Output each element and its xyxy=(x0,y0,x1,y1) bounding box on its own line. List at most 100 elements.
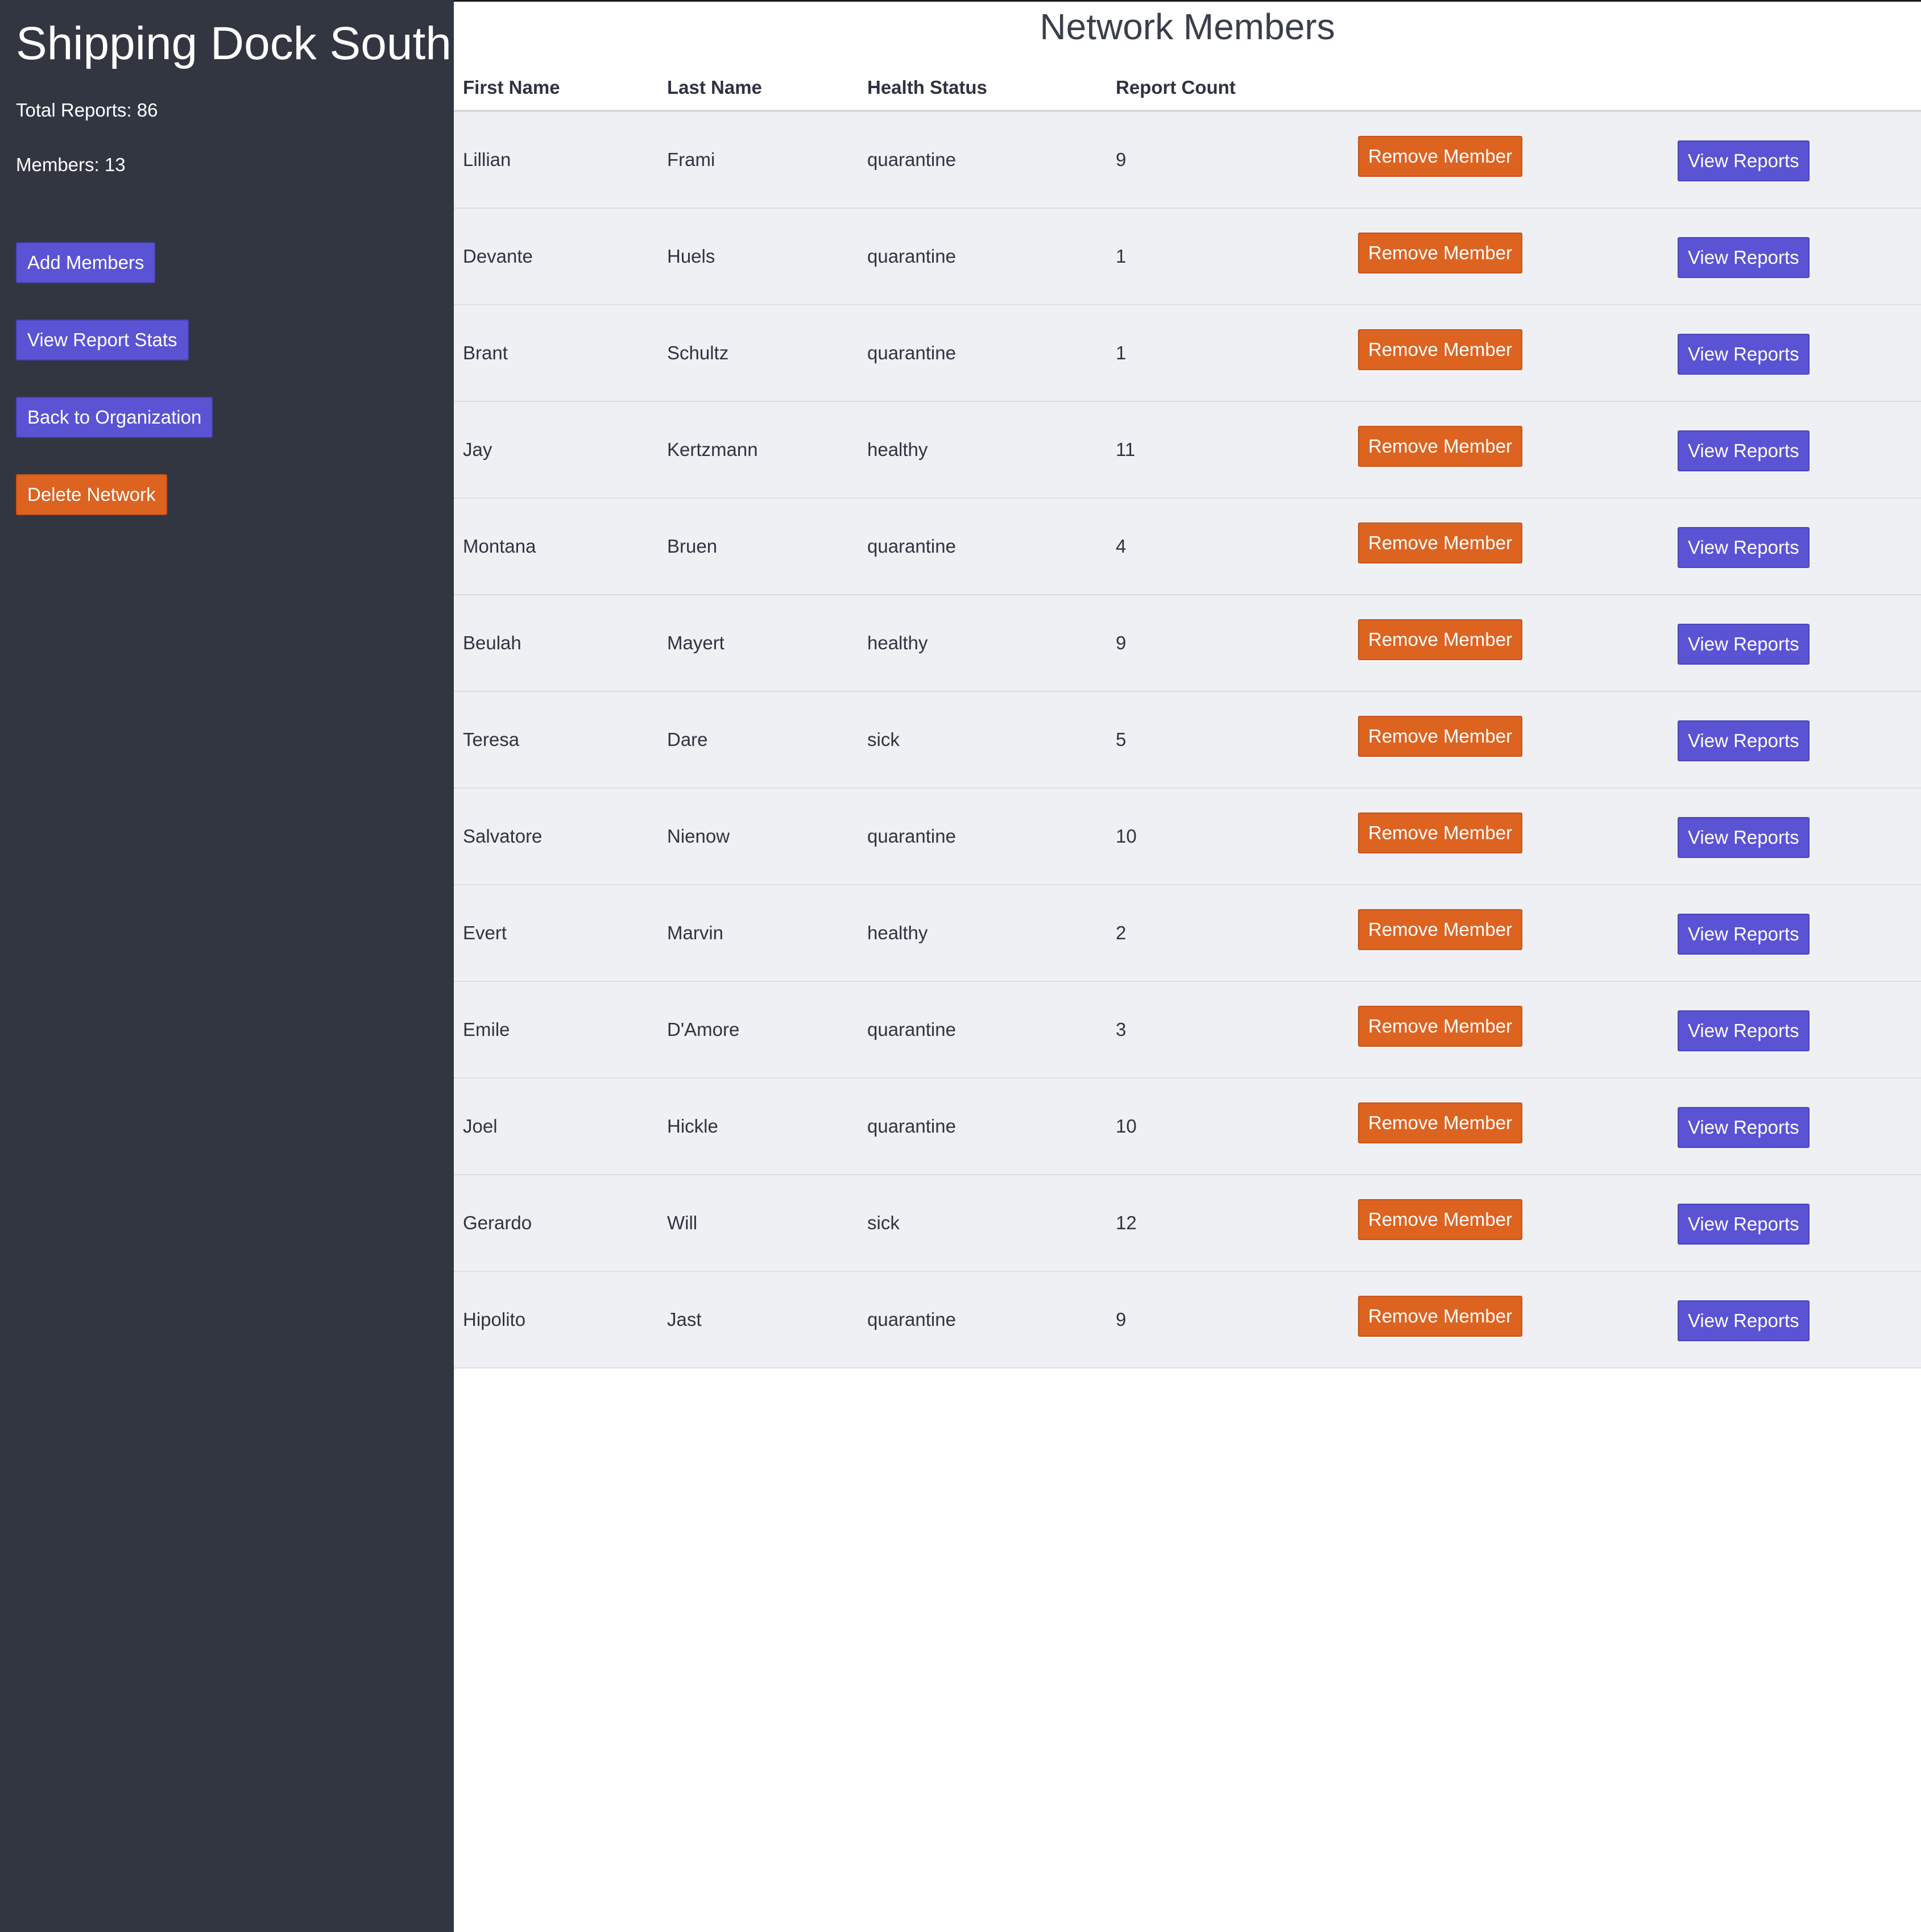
view-reports-button[interactable]: View Reports xyxy=(1678,527,1810,568)
total-reports-stat: Total Reports: 86 xyxy=(16,99,158,121)
remove-member-button[interactable]: Remove Member xyxy=(1358,1296,1523,1337)
health-status-cell: quarantine xyxy=(867,1116,956,1137)
page-title: Network Members xyxy=(1040,6,1335,47)
last-name-cell: Bruen xyxy=(667,536,718,557)
view-report-stats-button[interactable]: View Report Stats xyxy=(16,320,189,360)
main-content: Network Members First Name Last Name Hea… xyxy=(454,0,1921,1932)
report-count-cell: 2 xyxy=(1116,922,1127,943)
first-name-cell: Montana xyxy=(463,536,536,557)
health-status-cell: healthy xyxy=(867,632,928,653)
table-row: Montana Bruen quarantine 4 Remove Member View… xyxy=(454,499,1921,595)
report-count-cell: 3 xyxy=(1116,1019,1127,1040)
first-name-cell: Emile xyxy=(463,1019,510,1040)
view-reports-button[interactable]: View Reports xyxy=(1678,817,1810,858)
report-count-cell: 9 xyxy=(1116,632,1127,653)
view-reports-button[interactable]: View Reports xyxy=(1678,1204,1810,1245)
first-name-cell: Devante xyxy=(463,246,533,267)
table-row: Jay Kertzmann healthy 11 Remove Member View R… xyxy=(454,402,1921,499)
report-count-cell: 10 xyxy=(1116,826,1137,847)
add-members-button[interactable]: Add Members xyxy=(16,242,156,283)
view-reports-button[interactable]: View Reports xyxy=(1678,1107,1810,1148)
report-count-cell: 1 xyxy=(1116,246,1127,267)
report-count-cell: 10 xyxy=(1116,1116,1137,1137)
report-count-cell: 5 xyxy=(1116,729,1127,750)
column-header-report-count: Report Count xyxy=(1116,77,1236,98)
remove-member-button[interactable]: Remove Member xyxy=(1358,329,1523,370)
first-name-cell: Evert xyxy=(463,922,507,943)
view-reports-button[interactable]: View Reports xyxy=(1678,720,1810,761)
members-table-body: Lillian Frami quarantine 9 Remove Member View… xyxy=(454,112,1921,1369)
remove-member-button[interactable]: Remove Member xyxy=(1358,812,1523,853)
health-status-cell: quarantine xyxy=(867,342,956,363)
table-row: Teresa Dare sick 5 Remove Member View Reports xyxy=(454,692,1921,789)
table-row: Hipolito Jast quarantine 9 Remove Member View… xyxy=(454,1272,1921,1369)
network-title: Shipping Dock South xyxy=(16,18,452,69)
view-reports-button[interactable]: View Reports xyxy=(1678,430,1810,471)
table-row: Gerardo Will sick 12 Remove Member View Repor… xyxy=(454,1175,1921,1272)
health-status-cell: sick xyxy=(867,729,900,750)
last-name-cell: Dare xyxy=(667,729,708,750)
remove-member-button[interactable]: Remove Member xyxy=(1358,619,1523,660)
remove-member-button[interactable]: Remove Member xyxy=(1358,523,1523,563)
last-name-cell: Mayert xyxy=(667,632,724,653)
view-reports-button[interactable]: View Reports xyxy=(1678,624,1810,665)
remove-member-button[interactable]: Remove Member xyxy=(1358,1006,1523,1047)
last-name-cell: D'Amore xyxy=(667,1019,740,1040)
table-row: Beulah Mayert healthy 9 Remove Member View Re… xyxy=(454,595,1921,692)
back-to-organization-button[interactable]: Back to Organization xyxy=(16,397,213,438)
view-reports-button[interactable]: View Reports xyxy=(1678,237,1810,278)
report-count-cell: 9 xyxy=(1116,149,1127,170)
first-name-cell: Salvatore xyxy=(463,826,543,847)
remove-member-button[interactable]: Remove Member xyxy=(1358,136,1523,177)
last-name-cell: Schultz xyxy=(667,342,729,363)
column-header-first-name: First Name xyxy=(463,77,560,98)
first-name-cell: Gerardo xyxy=(463,1212,532,1233)
table-header: First Name Last Name Health Status Repor… xyxy=(454,64,1921,112)
health-status-cell: quarantine xyxy=(867,246,956,267)
view-reports-button[interactable]: View Reports xyxy=(1678,1010,1810,1051)
view-reports-button[interactable]: View Reports xyxy=(1678,140,1810,181)
health-status-cell: quarantine xyxy=(867,149,956,170)
first-name-cell: Jay xyxy=(463,439,492,460)
remove-member-button[interactable]: Remove Member xyxy=(1358,233,1523,273)
remove-member-button[interactable]: Remove Member xyxy=(1358,909,1523,950)
health-status-cell: sick xyxy=(867,1212,900,1233)
table-row: Lillian Frami quarantine 9 Remove Member View… xyxy=(454,112,1921,209)
table-row: Devante Huels quarantine 1 Remove Member View… xyxy=(454,209,1921,305)
last-name-cell: Will xyxy=(667,1212,698,1233)
report-count-cell: 4 xyxy=(1116,536,1127,557)
delete-network-button[interactable]: Delete Network xyxy=(16,474,167,515)
health-status-cell: quarantine xyxy=(867,1019,956,1040)
last-name-cell: Huels xyxy=(667,246,715,267)
members-count-stat: Members: 13 xyxy=(16,154,126,175)
table-row: Emile D'Amore quarantine 3 Remove Member View… xyxy=(454,982,1921,1079)
health-status-cell: healthy xyxy=(867,439,928,460)
health-status-cell: healthy xyxy=(867,922,928,943)
first-name-cell: Teresa xyxy=(463,729,520,750)
view-reports-button[interactable]: View Reports xyxy=(1678,334,1810,375)
first-name-cell: Hipolito xyxy=(463,1309,526,1330)
first-name-cell: Joel xyxy=(463,1116,498,1137)
remove-member-button[interactable]: Remove Member xyxy=(1358,1102,1523,1143)
health-status-cell: quarantine xyxy=(867,536,956,557)
first-name-cell: Lillian xyxy=(463,149,511,170)
column-header-last-name: Last Name xyxy=(667,77,762,98)
remove-member-button[interactable]: Remove Member xyxy=(1358,716,1523,757)
last-name-cell: Frami xyxy=(667,149,715,170)
column-header-health-status: Health Status xyxy=(867,77,987,98)
view-reports-button[interactable]: View Reports xyxy=(1678,914,1810,955)
view-reports-button[interactable]: View Reports xyxy=(1678,1300,1810,1341)
report-count-cell: 12 xyxy=(1116,1212,1137,1233)
health-status-cell: quarantine xyxy=(867,826,956,847)
table-row: Joel Hickle quarantine 10 Remove Member View … xyxy=(454,1079,1921,1175)
last-name-cell: Jast xyxy=(667,1309,702,1330)
remove-member-button[interactable]: Remove Member xyxy=(1358,1199,1523,1240)
first-name-cell: Brant xyxy=(463,342,508,363)
remove-member-button[interactable]: Remove Member xyxy=(1358,426,1523,467)
report-count-cell: 11 xyxy=(1116,439,1136,460)
last-name-cell: Nienow xyxy=(667,826,730,847)
sidebar: Shipping Dock South Total Reports: 86 Me… xyxy=(0,0,454,1932)
last-name-cell: Hickle xyxy=(667,1116,718,1137)
last-name-cell: Kertzmann xyxy=(667,439,758,460)
report-count-cell: 9 xyxy=(1116,1309,1127,1330)
